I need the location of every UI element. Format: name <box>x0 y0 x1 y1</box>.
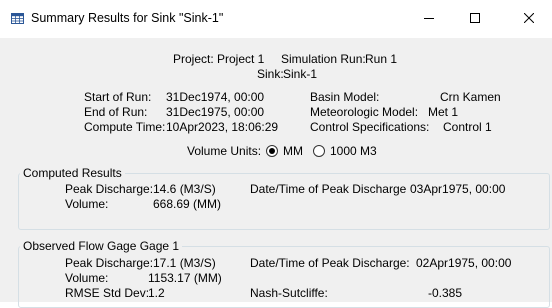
volume-units-mm-radio[interactable] <box>266 145 278 157</box>
observed-peak-time-value: 02Apr1975, 00:00 <box>416 256 512 270</box>
start-of-run-value: 31Dec1974, 00:00 <box>166 90 265 104</box>
observed-nash-sutcliffe-label: Nash-Sutcliffe: <box>250 286 328 300</box>
end-of-run-value: 31Dec1975, 00:00 <box>166 105 265 119</box>
volume-units-mm-label[interactable]: MM <box>283 144 303 158</box>
volume-units-1000m3-radio[interactable] <box>313 145 325 157</box>
maximize-icon <box>470 13 480 23</box>
close-icon <box>524 13 534 23</box>
compute-time-label: Compute Time: <box>84 120 166 134</box>
computed-volume-value: 668.69 (MM) <box>153 197 222 211</box>
observed-rmse-label: RMSE Std Dev: <box>65 286 150 300</box>
control-specifications-label: Control Specifications: <box>310 120 430 134</box>
maximize-button[interactable] <box>452 0 498 36</box>
start-of-run-label: Start of Run: <box>84 90 152 104</box>
observed-rmse-value: 1.2 <box>148 286 165 300</box>
table-icon <box>11 13 24 24</box>
project-value: Project 1 <box>217 52 265 66</box>
minimize-icon <box>424 18 434 19</box>
simulation-run-value: Run 1 <box>365 52 398 66</box>
title-bar: Summary Results for Sink "Sink-1" <box>0 0 552 38</box>
observed-nash-sutcliffe-value: -0.385 <box>428 286 463 300</box>
summary-panel: Project: Project 1 Simulation Run: Run 1… <box>0 38 552 308</box>
observed-peak-discharge-value: 17.1 (M3/S) <box>153 256 216 270</box>
observed-volume-value: 1153.17 (MM) <box>148 271 222 285</box>
simulation-run-label: Simulation Run: <box>281 52 366 66</box>
end-of-run-label: End of Run: <box>84 105 148 119</box>
control-specifications-value: Control 1 <box>443 120 492 134</box>
observed-flow-gage-legend: Observed Flow Gage Gage 1 <box>20 239 183 253</box>
observed-peak-discharge-label: Peak Discharge: <box>65 256 154 270</box>
computed-volume-label: Volume: <box>65 197 109 211</box>
volume-units-1000m3-label[interactable]: 1000 M3 <box>330 144 377 158</box>
computed-peak-time-value: 03Apr1975, 00:00 <box>410 182 506 196</box>
compute-time-value: 10Apr2023, 18:06:29 <box>166 120 279 134</box>
close-button[interactable] <box>506 0 552 36</box>
minimize-button[interactable] <box>406 0 452 36</box>
basin-model-label: Basin Model: <box>310 90 380 104</box>
sink-value: Sink-1 <box>283 67 318 81</box>
computed-peak-discharge-label: Peak Discharge: <box>65 182 154 196</box>
meteorologic-model-value: Met 1 <box>428 105 459 119</box>
observed-peak-time-label: Date/Time of Peak Discharge: <box>250 256 410 270</box>
computed-peak-time-label: Date/Time of Peak Discharge <box>250 182 407 196</box>
meteorologic-model-label: Meteorologic Model: <box>310 105 419 119</box>
computed-peak-discharge-value: 14.6 (M3/S) <box>153 182 216 196</box>
volume-units-label: Volume Units: <box>187 144 262 158</box>
observed-volume-label: Volume: <box>65 271 109 285</box>
project-label: Project: <box>173 52 214 66</box>
basin-model-value: Crn Kamen <box>440 90 501 104</box>
window-title: Summary Results for Sink "Sink-1" <box>31 11 224 25</box>
sink-label: Sink: <box>257 67 284 81</box>
computed-results-legend: Computed Results <box>20 166 125 180</box>
